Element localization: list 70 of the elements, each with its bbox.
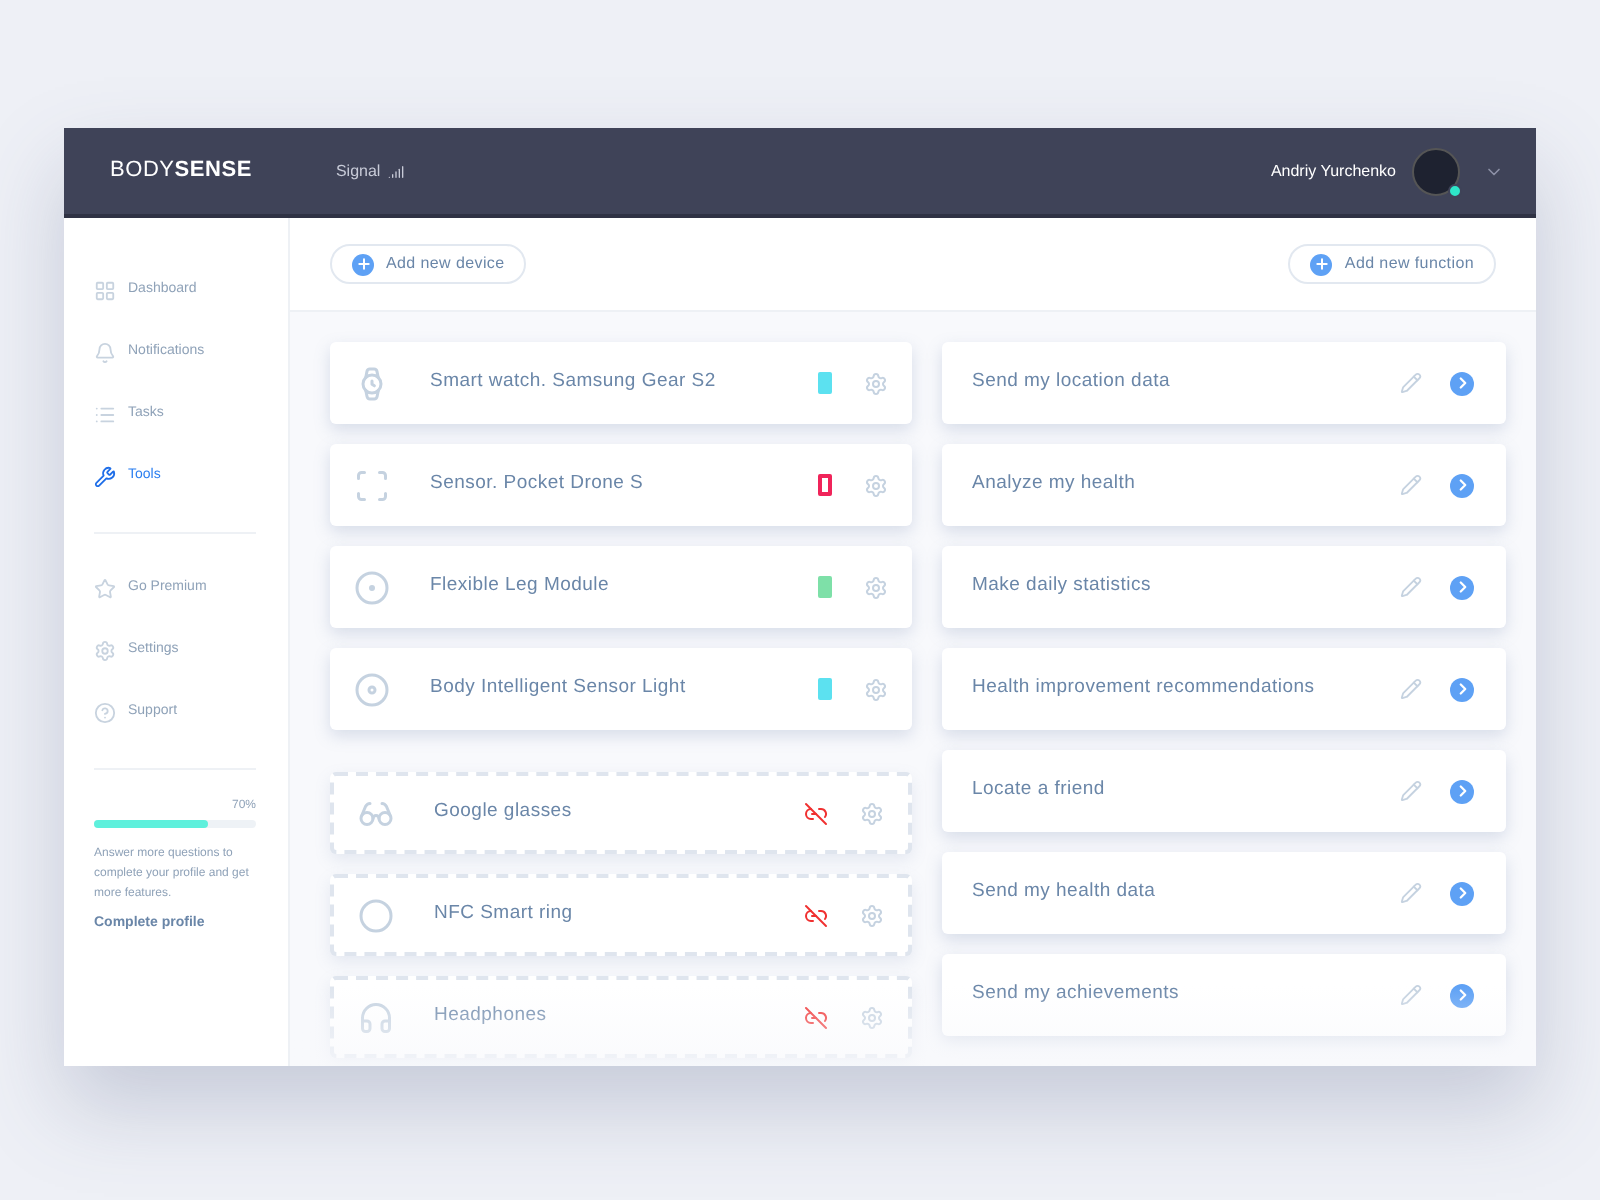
run-icon[interactable] — [1450, 473, 1474, 497]
function-card[interactable]: Analyze my health — [942, 444, 1506, 526]
device-name: Google glasses — [434, 798, 572, 827]
function-card[interactable]: Send my health data — [942, 852, 1506, 934]
settings-icon[interactable] — [864, 575, 888, 599]
settings-icon[interactable] — [860, 1005, 884, 1029]
function-name: Send my achievements — [972, 980, 1179, 1009]
settings-icon[interactable] — [864, 677, 888, 701]
device-card[interactable]: NFC Smart ring — [330, 874, 912, 956]
device-card[interactable]: Sensor. Pocket Drone S — [330, 444, 912, 526]
sensor-light-icon — [354, 671, 390, 707]
edit-icon[interactable] — [1400, 372, 1422, 394]
run-icon[interactable] — [1450, 983, 1474, 1007]
logo: BODYSENSE — [110, 156, 252, 187]
function-name: Locate a friend — [972, 776, 1105, 805]
function-name: Analyze my health — [972, 470, 1136, 499]
device-name: Smart watch. Samsung Gear S2 — [430, 368, 716, 397]
device-card[interactable]: Body Intelligent Sensor Light — [330, 648, 912, 730]
edit-icon[interactable] — [1400, 678, 1422, 700]
settings-icon[interactable] — [864, 473, 888, 497]
function-name: Health improvement recommendations — [972, 674, 1315, 703]
bell-icon — [94, 342, 116, 364]
wrench-icon — [94, 466, 116, 488]
function-card[interactable]: Send my location data — [942, 342, 1506, 424]
device-card[interactable]: Google glasses — [330, 772, 912, 854]
edit-icon[interactable] — [1400, 984, 1422, 1006]
device-name: Headphones — [434, 1002, 547, 1031]
ring-icon — [358, 897, 394, 933]
add-device-button[interactable]: Add new device — [330, 244, 527, 284]
device-card[interactable]: Headphones — [330, 976, 912, 1058]
function-card[interactable]: Health improvement recommendations — [942, 648, 1506, 730]
star-icon — [94, 578, 116, 600]
settings-icon[interactable] — [860, 903, 884, 927]
edit-icon[interactable] — [1400, 882, 1422, 904]
add-function-button[interactable]: Add new function — [1288, 244, 1496, 284]
sensor-icon — [354, 467, 390, 503]
run-icon[interactable] — [1450, 881, 1474, 905]
device-card[interactable]: Flexible Leg Module — [330, 546, 912, 628]
help-icon — [94, 702, 116, 724]
plus-icon — [352, 253, 374, 275]
signal-icon — [388, 163, 405, 179]
run-icon[interactable] — [1450, 575, 1474, 599]
settings-icon — [94, 640, 116, 662]
headphones-icon — [358, 999, 394, 1035]
avatar[interactable] — [1412, 147, 1460, 195]
dashboard-icon — [94, 280, 116, 302]
plus-icon — [1310, 253, 1333, 275]
function-card[interactable]: Locate a friend — [942, 750, 1506, 832]
function-card[interactable]: Send my achievements — [942, 954, 1506, 1036]
function-card[interactable]: Make daily statistics — [942, 546, 1506, 628]
device-name: NFC Smart ring — [434, 900, 573, 929]
device-card[interactable]: Smart watch. Samsung Gear S2 — [330, 342, 912, 424]
run-icon[interactable] — [1450, 371, 1474, 395]
edit-icon[interactable] — [1400, 576, 1422, 598]
settings-icon[interactable] — [864, 371, 888, 395]
module-icon — [354, 569, 390, 605]
device-name: Sensor. Pocket Drone S — [430, 470, 644, 499]
list-icon — [94, 404, 116, 426]
device-name: Flexible Leg Module — [430, 572, 610, 601]
user-name[interactable]: Andriy Yurchenko — [1270, 159, 1396, 183]
edit-icon[interactable] — [1400, 474, 1422, 496]
edit-icon[interactable] — [1400, 780, 1422, 802]
signal-label: Signal — [335, 159, 381, 183]
device-name: Body Intelligent Sensor Light — [430, 674, 686, 703]
settings-icon[interactable] — [860, 801, 884, 825]
function-name: Send my health data — [972, 878, 1156, 907]
function-name: Send my location data — [972, 368, 1170, 397]
run-icon[interactable] — [1450, 779, 1474, 803]
run-icon[interactable] — [1450, 677, 1474, 701]
function-name: Make daily statistics — [972, 572, 1151, 601]
